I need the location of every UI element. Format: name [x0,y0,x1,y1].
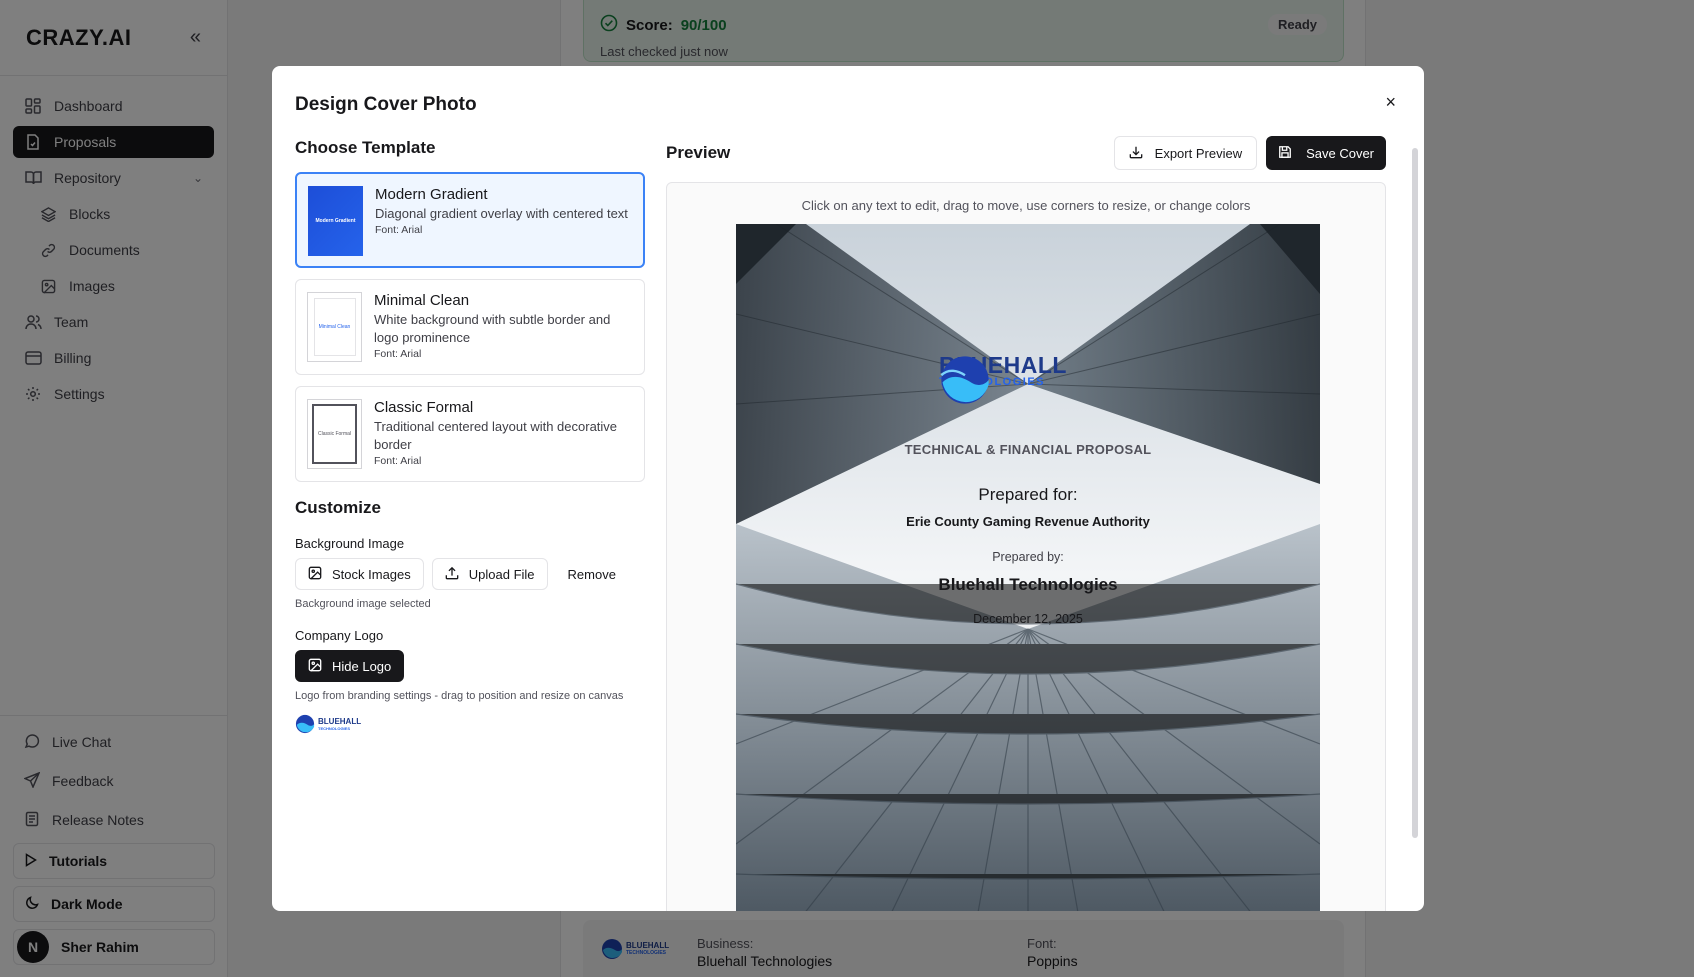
template-modern-gradient[interactable]: Modern Gradient Modern Gradient Diagonal… [295,172,645,268]
thumbnail-page: Minimal Clean [313,298,356,356]
design-cover-modal: Design Cover Photo × Choose Template Mod… [272,66,1424,911]
bluehall-logo-mark [940,356,989,404]
stock-images-label: Stock Images [332,566,411,582]
template-classic-formal[interactable]: Classic Formal Classic Formal Traditiona… [295,386,645,482]
cover-proposal-type[interactable]: TECHNICAL & FINANCIAL PROPOSAL [736,442,1320,457]
background-status-text: Background image selected [295,598,431,610]
save-icon [1278,145,1292,162]
save-cover-label: Save Cover [1306,145,1374,161]
upload-file-button[interactable]: Upload File [431,558,548,590]
template-panel: Choose Template Modern Gradient Modern G… [295,138,645,734]
template-info: Minimal Clean White background with subt… [374,292,633,362]
preview-header: Preview Export Preview Save Cover [666,136,1386,170]
template-name: Modern Gradient [375,186,488,203]
template-description: White background with subtle border and … [374,312,611,345]
preview-actions: Export Preview Save Cover [1113,136,1386,170]
export-preview-label: Export Preview [1154,145,1243,161]
cover-preview[interactable]: BLUEHALL TECHNOLOGIES TECHNICAL & FINANC… [736,224,1320,911]
save-cover-button[interactable]: Save Cover [1266,136,1386,170]
template-minimal-clean[interactable]: Minimal Clean Minimal Clean White backgr… [295,279,645,375]
close-icon[interactable]: × [1385,92,1396,113]
template-thumbnail: Modern Gradient [308,186,363,256]
bluehall-logo-mark [295,714,315,734]
mini-logo-word2: TECHNOLOGIES [318,725,351,731]
stock-images-button[interactable]: Stock Images [295,558,424,590]
cover-client-name[interactable]: Erie County Gaming Revenue Authority [736,514,1320,529]
upload-icon [445,566,459,583]
preview-panel: Preview Export Preview Save Cover Click … [666,136,1386,911]
cover-prepared-for-label[interactable]: Prepared for: [736,485,1320,505]
template-font: Font: Arial [374,348,422,360]
cover-date[interactable]: December 12, 2025 [736,612,1320,626]
template-info: Modern Gradient Diagonal gradient overla… [375,186,628,254]
customize-heading: Customize [295,498,381,517]
background-image-label: Background Image [295,536,405,551]
image-icon [308,658,322,675]
canvas-hint-text: Click on any text to edit, drag to move,… [801,198,1251,213]
image-icon [308,566,322,583]
company-logo-preview: BLUEHALL TECHNOLOGIES [295,714,645,734]
thumbnail-border: Classic Formal [312,404,357,464]
template-name: Classic Formal [374,399,474,416]
hide-logo-button[interactable]: Hide Logo [295,650,405,682]
cover-prepared-by-label[interactable]: Prepared by: [736,550,1320,564]
template-thumbnail: Classic Formal [307,399,362,469]
scrollbar-thumb[interactable] [1412,148,1418,838]
modal-title: Design Cover Photo [295,94,477,115]
template-name: Minimal Clean [374,292,470,309]
template-thumbnail: Minimal Clean [307,292,362,362]
background-image-actions: Stock Images Upload File Remove [295,558,645,590]
preview-heading: Preview [666,143,731,162]
download-icon [1129,145,1143,162]
template-info: Classic Formal Traditional centered layo… [374,399,633,469]
cover-canvas: Click on any text to edit, drag to move,… [666,182,1386,911]
template-font: Font: Arial [375,224,423,236]
cover-company-name[interactable]: Bluehall Technologies [736,575,1320,595]
company-logo-label: Company Logo [295,628,384,643]
company-logo-actions: Hide Logo [295,650,645,682]
export-preview-button[interactable]: Export Preview [1113,136,1258,170]
logo-hint-text: Logo from branding settings - drag to po… [295,690,624,702]
template-description: Diagonal gradient overlay with centered … [375,206,628,221]
template-font: Font: Arial [374,455,422,467]
upload-file-label: Upload File [468,566,535,582]
hide-logo-label: Hide Logo [332,658,392,674]
choose-template-heading: Choose Template [295,138,436,157]
template-description: Traditional centered layout with decorat… [374,419,618,452]
mini-logo-word1: BLUEHALL [318,716,362,726]
cover-background-image [736,224,1320,911]
remove-background-button[interactable]: Remove [555,558,628,590]
modal-scrollbar[interactable] [1412,138,1418,908]
cover-logo[interactable]: BLUEHALL TECHNOLOGIES [939,354,1067,404]
